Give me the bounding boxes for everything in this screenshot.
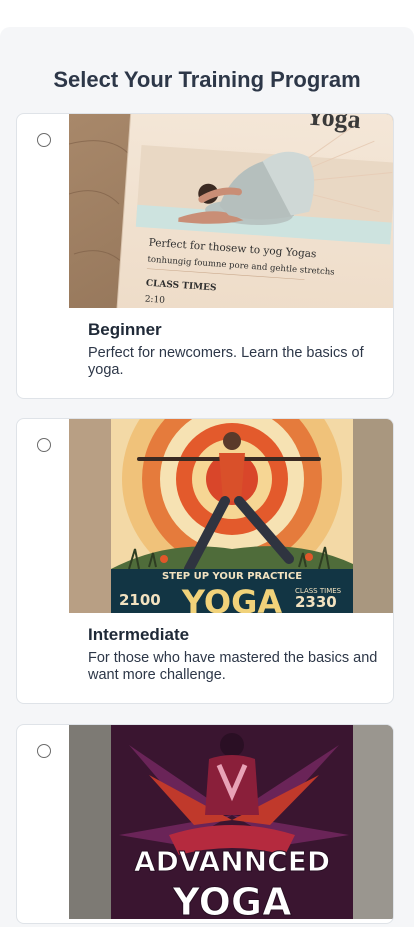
program-radio-beginner[interactable] [37, 133, 51, 147]
program-card-advanced[interactable]: ADVANNCED YOGA [16, 724, 394, 924]
poster-big-word: YOGA [181, 583, 283, 613]
poster-headline-line-2: YOGA [171, 880, 292, 919]
poster-time-right: 2330 [295, 593, 337, 611]
intermediate-yoga-poster-image: STEP UP YOUR PRACTICE YOGA 2100 CLASS TI… [69, 419, 393, 613]
program-title-beginner: Beginner [88, 320, 162, 339]
beginner-yoga-poster-image: Yoga Perfect for thosew to yog Yogas ton… [69, 114, 393, 308]
program-title-intermediate: Intermediate [88, 625, 190, 644]
page-title: Select Your Training Program [53, 67, 361, 92]
program-description-intermediate: For those who have mastered the basics a… [88, 650, 378, 683]
program-card-beginner[interactable]: Yoga Perfect for thosew to yog Yogas ton… [16, 113, 394, 399]
poster-class-time: 2:10 [144, 295, 165, 306]
program-radio-advanced[interactable] [37, 744, 51, 758]
program-radio-intermediate[interactable] [37, 438, 51, 452]
poster-headline-line-1: ADVANNCED [134, 845, 330, 878]
advanced-yoga-poster-image: ADVANNCED YOGA [69, 725, 393, 919]
program-card-intermediate[interactable]: STEP UP YOUR PRACTICE YOGA 2100 CLASS TI… [16, 418, 394, 704]
program-description-beginner: Perfect for newcomers. Learn the basics … [88, 345, 364, 378]
poster-time-left: 2100 [119, 591, 161, 609]
poster-headline: STEP UP YOUR PRACTICE [162, 571, 302, 582]
